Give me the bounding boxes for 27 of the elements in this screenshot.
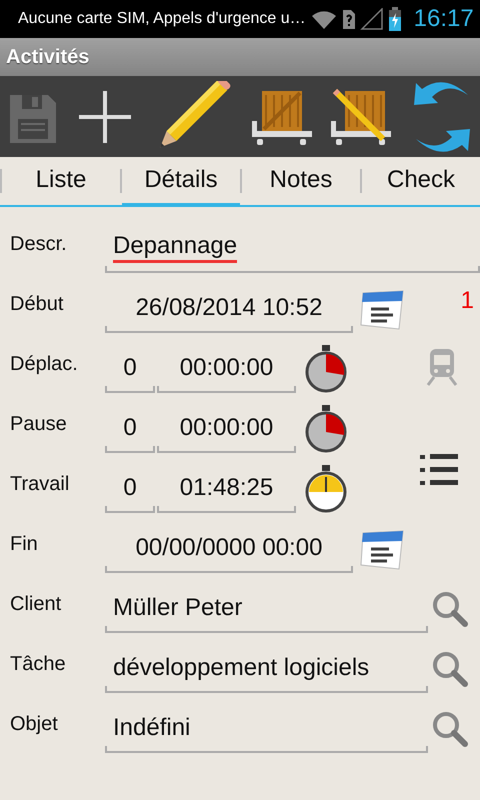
signal-icon: [360, 8, 384, 30]
field-label: Client: [10, 592, 62, 616]
notification-text: Aucune carte SIM, Appels d'urgence u…: [18, 10, 306, 28]
field-label: Objet: [10, 712, 59, 736]
tab[interactable]: Détails: [122, 157, 240, 207]
tab[interactable]: Notes: [242, 157, 360, 207]
count-label: 1: [460, 286, 474, 315]
list-icon[interactable]: [420, 453, 458, 487]
sim-icon: [342, 8, 356, 30]
tab[interactable]: Check: [362, 157, 480, 207]
field-label: Tâche: [10, 652, 67, 676]
battery-icon: [388, 7, 402, 31]
field-label: Pause: [10, 412, 68, 436]
field-label: Déplac.: [10, 352, 79, 376]
search-icon[interactable]: [432, 651, 468, 687]
stopwatch-icon[interactable]: [304, 345, 348, 393]
screen-title: Activités: [6, 46, 90, 68]
field-label: Début: [10, 292, 64, 316]
field-label: Travail: [10, 472, 70, 496]
search-icon[interactable]: [432, 591, 468, 627]
search-icon[interactable]: [432, 711, 468, 747]
field-label: Descr.: [10, 232, 68, 256]
stopwatch-icon[interactable]: [304, 465, 348, 513]
field-label: Fin: [10, 532, 39, 556]
clock-text: 16:17: [414, 5, 474, 33]
tab[interactable]: Liste: [2, 157, 120, 207]
stopwatch-icon[interactable]: [304, 405, 348, 453]
